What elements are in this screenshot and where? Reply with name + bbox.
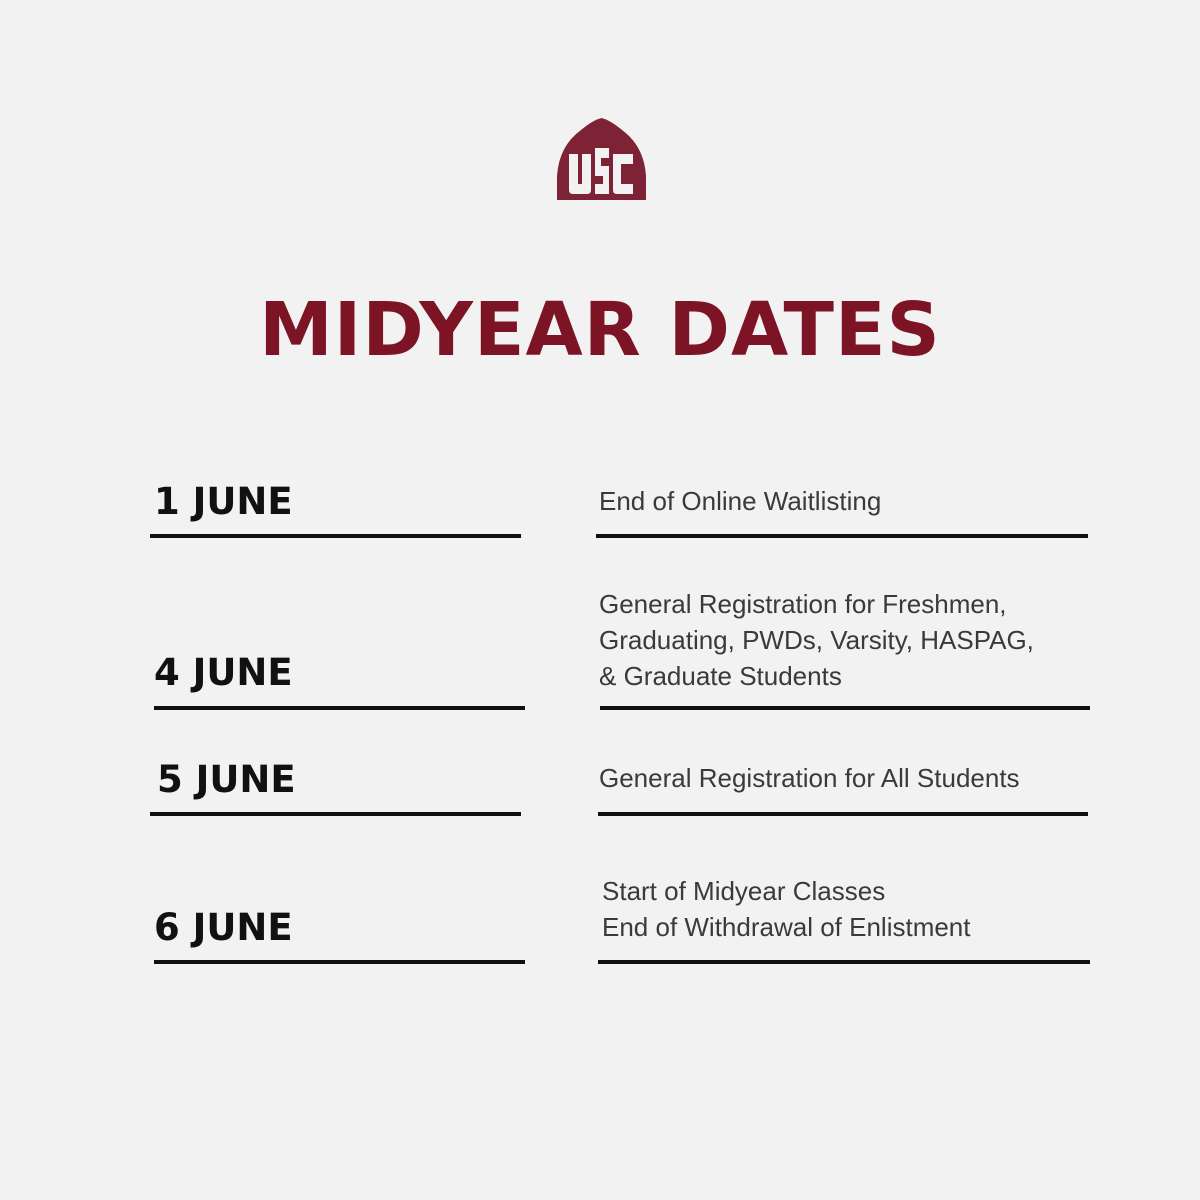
schedule-date: 4 JUNE [154, 651, 293, 694]
event-line: General Registration for All Students [599, 763, 1020, 793]
event-divider [598, 960, 1090, 964]
page-title: MIDYEAR DATES [259, 287, 941, 373]
date-divider [154, 960, 525, 964]
schedule-date: 6 JUNE [154, 906, 293, 949]
event-line: End of Withdrawal of Enlistment [602, 912, 971, 942]
event-line: & Graduate Students [599, 661, 842, 691]
schedule-date: 1 JUNE [154, 480, 293, 523]
usc-logo [555, 118, 648, 200]
schedule-event: General Registration for Freshmen, Gradu… [599, 586, 1034, 694]
event-line: Graduating, PWDs, Varsity, HASPAG, [599, 625, 1034, 655]
event-line: End of Online Waitlisting [599, 486, 882, 516]
schedule-event: General Registration for All Students [599, 760, 1020, 796]
date-divider [154, 706, 525, 710]
schedule-date: 5 JUNE [157, 758, 296, 801]
event-line: General Registration for Freshmen, [599, 589, 1007, 619]
event-line: Start of Midyear Classes [602, 876, 886, 906]
schedule-event: Start of Midyear Classes End of Withdraw… [602, 873, 971, 945]
usc-logo-mark [557, 118, 646, 200]
date-divider [150, 812, 521, 816]
event-divider [596, 534, 1088, 538]
event-divider [598, 812, 1088, 816]
date-divider [150, 534, 521, 538]
event-divider [600, 706, 1090, 710]
schedule-event: End of Online Waitlisting [599, 483, 881, 519]
